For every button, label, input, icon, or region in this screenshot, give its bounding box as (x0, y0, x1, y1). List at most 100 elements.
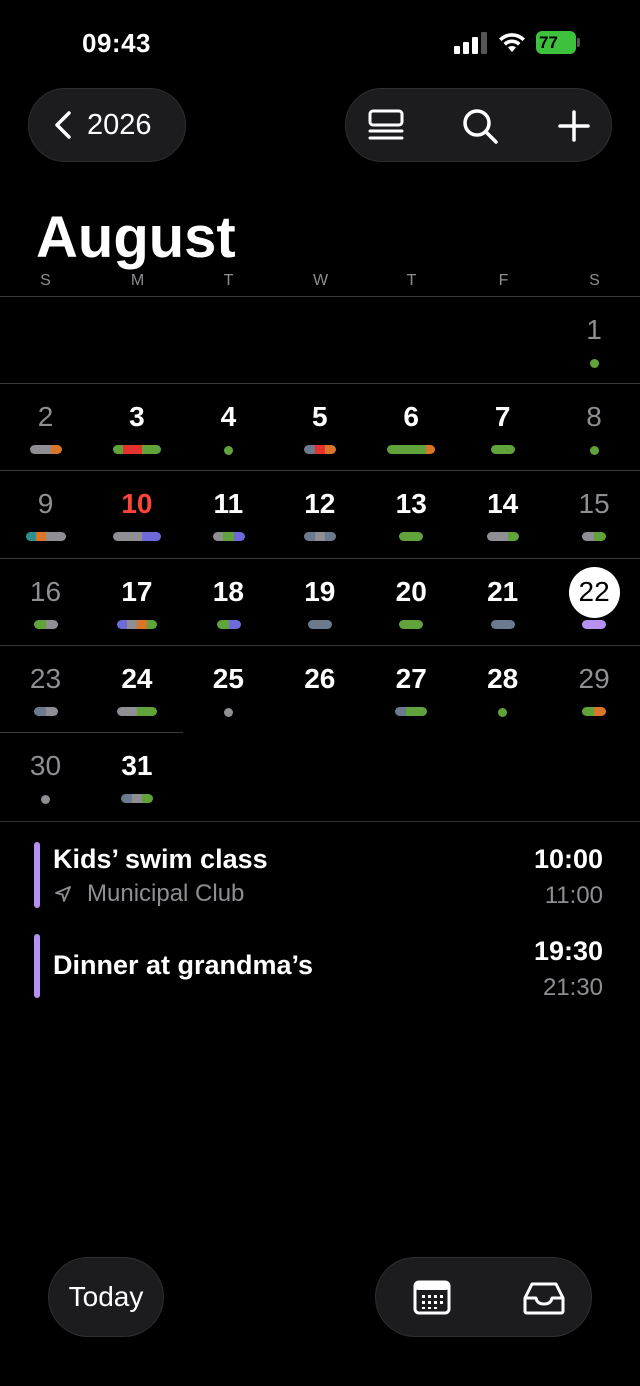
event-indicator-segment (147, 706, 158, 716)
event-indicator-segment (425, 445, 436, 455)
event-indicator-segment (147, 619, 158, 629)
event-indicator-segment (411, 619, 424, 629)
list-view-icon (368, 109, 404, 140)
calendar-day-13[interactable]: 13 (366, 470, 457, 557)
event-indicator-segment (122, 445, 133, 455)
calendar-day-5[interactable]: 5 (274, 383, 365, 470)
calendar-day-15[interactable]: 15 (549, 470, 640, 557)
calendar-day-17[interactable]: 17 (91, 558, 182, 645)
event-indicator-segment (127, 619, 138, 629)
event-indicator-segment (132, 445, 142, 455)
calendar-day-19[interactable]: 19 (274, 558, 365, 645)
event-indicator-segment (45, 532, 56, 542)
day-number: 14 (487, 488, 519, 520)
search-icon (463, 109, 498, 144)
search-button[interactable] (457, 103, 503, 149)
list-view-button[interactable] (363, 103, 409, 149)
calendar-day-12[interactable]: 12 (274, 470, 365, 557)
calendar-day-6[interactable]: 6 (366, 383, 457, 470)
event-item[interactable]: Kids’ swim class Municipal Club 10:00 11… (0, 842, 640, 912)
calendar-day-23[interactable]: 23 (0, 645, 91, 732)
event-indicator-segment (307, 619, 320, 629)
event-indicator-segment (303, 532, 315, 542)
event-indicator-segment (151, 445, 162, 455)
wifi-icon (499, 33, 525, 52)
calendar-day-21[interactable]: 21 (457, 558, 548, 645)
event-indicator-segment (497, 532, 509, 542)
event-indicator-segment (486, 532, 498, 542)
event-indicator-segment (55, 532, 66, 542)
event-indicator-segment (142, 794, 154, 803)
calendars-button[interactable] (410, 1278, 454, 1318)
calendar-day-26[interactable]: 26 (274, 645, 365, 732)
event-title: Dinner at grandma’s (53, 950, 314, 980)
day-number: 15 (578, 488, 610, 520)
calendar-day-27[interactable]: 27 (366, 645, 457, 732)
event-indicator-dot (224, 446, 234, 456)
event-indicator-segment (122, 532, 133, 542)
event-indicator-bar (212, 532, 245, 542)
day-number: 3 (129, 401, 145, 433)
event-indicator-bar (29, 445, 62, 455)
event-end-time: 11:00 (544, 882, 603, 909)
event-item[interactable]: Dinner at grandma’s 19:30 21:30 (0, 934, 640, 1001)
day-number: 17 (121, 575, 153, 607)
event-indicator-bar (582, 706, 607, 716)
calendar-day-20[interactable]: 20 (366, 558, 457, 645)
calendar-day-30[interactable]: 30 (0, 732, 91, 819)
event-indicator-segment (132, 532, 142, 542)
day-number: 12 (304, 488, 336, 520)
weekday-label: S (40, 272, 51, 289)
event-indicator-segment (33, 619, 46, 629)
event-indicator-bar (33, 619, 58, 629)
day-number: 8 (586, 401, 602, 433)
calendar-day-2[interactable]: 2 (0, 383, 91, 470)
event-color-bar (34, 934, 40, 998)
calendar-day-24[interactable]: 24 (91, 645, 182, 732)
event-indicator-segment (594, 532, 607, 542)
calendar-day-22[interactable]: 22 (549, 558, 640, 645)
location-arrow-icon (55, 886, 71, 902)
event-color-bar (34, 842, 40, 908)
event-indicator-segment (594, 619, 607, 629)
day-number: 31 (121, 750, 153, 781)
add-event-button[interactable] (551, 103, 597, 149)
event-indicator-segment (29, 445, 41, 455)
inbox-button[interactable] (522, 1278, 566, 1318)
event-indicator-segment (406, 445, 417, 455)
day-number: 11 (213, 488, 244, 520)
calendar-day-1[interactable]: 1 (549, 296, 640, 383)
calendar-day-7[interactable]: 7 (457, 383, 548, 470)
chevron-left-icon (55, 111, 71, 139)
calendar-day-14[interactable]: 14 (457, 470, 548, 557)
event-indicator-segment (117, 619, 128, 629)
event-indicator-dot (41, 795, 51, 804)
cellular-signal-icon (454, 32, 488, 54)
day-number: 29 (578, 662, 610, 694)
weekday-label: M (130, 272, 145, 289)
calendar-day-8[interactable]: 8 (549, 383, 640, 470)
event-indicator-segment (137, 619, 148, 629)
event-indicator-segment (117, 706, 128, 716)
calendar-day-11[interactable]: 11 (183, 470, 274, 557)
back-to-year-button[interactable]: 2026 (28, 88, 186, 162)
weekday-header: S M T W T F S (0, 272, 640, 296)
weekday-label: W (312, 272, 329, 289)
calendar-day-3[interactable]: 3 (91, 383, 182, 470)
event-indicator-segment (45, 619, 58, 629)
calendar-day-9[interactable]: 9 (0, 470, 91, 557)
calendar-day-29[interactable]: 29 (549, 645, 640, 732)
event-indicator-bar (399, 619, 424, 629)
calendar-day-10[interactable]: 10 (91, 470, 182, 557)
calendar-day-4[interactable]: 4 (183, 383, 274, 470)
day-number: 13 (395, 488, 427, 520)
calendar-day-31[interactable]: 31 (91, 732, 182, 819)
calendar-day-25[interactable]: 25 (183, 645, 274, 732)
event-indicator-segment (113, 532, 123, 542)
day-number: 7 (494, 401, 511, 433)
calendar-day-18[interactable]: 18 (183, 558, 274, 645)
today-button[interactable]: Today (48, 1257, 164, 1337)
calendar-day-16[interactable]: 16 (0, 558, 91, 645)
event-indicator-segment (594, 706, 607, 716)
calendar-day-28[interactable]: 28 (457, 645, 548, 732)
